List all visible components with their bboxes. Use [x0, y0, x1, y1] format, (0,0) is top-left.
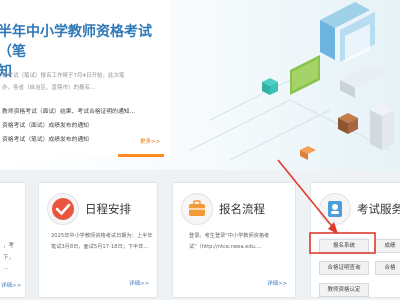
slide-indicator[interactable]	[0, 154, 165, 157]
qualified-button[interactable]: 合格	[375, 261, 400, 275]
banner-illustration	[170, 0, 400, 170]
checkmark-icon	[47, 193, 79, 225]
schedule-more-link[interactable]: 详细>>	[129, 279, 149, 287]
isometric-scene-illustration	[189, 2, 394, 161]
slide-indicator-active	[118, 154, 164, 157]
services-card: 考试服务 报名系统 成绩 合格证明查询 合格 教师资格认定	[310, 182, 400, 298]
process-title: 报名流程	[219, 202, 265, 216]
registration-system-button[interactable]: 报名系统	[319, 239, 369, 253]
scores-button[interactable]: 成绩	[375, 239, 400, 253]
process-more-link[interactable]: 详细>>	[267, 279, 287, 287]
card-partial-left: ，考 下， ... 详细>>	[0, 182, 26, 298]
card-partial-more[interactable]: 详细>>	[1, 281, 21, 289]
card-partial-line: ，考	[3, 243, 15, 249]
user-id-icon	[319, 193, 351, 225]
card-partial-line: ...	[3, 265, 9, 271]
process-text: 登录。考生登录"中小学教师资格考试"（http://ntce.neea.edu.…	[189, 233, 270, 250]
card-partial-line: 下，	[3, 255, 15, 261]
banner-summary: 格考试（笔试）报名工作将于7月4日开始，此次笔 办，各省（自治区、直辖市）的报名…	[2, 73, 125, 91]
certificate-query-button[interactable]: 合格证明查询	[319, 261, 369, 275]
services-title: 考试服务	[357, 202, 400, 216]
banner-more-link[interactable]: 更多>>	[140, 137, 160, 145]
process-card[interactable]: 报名流程 登录。考生登录"中小学教师资格考试"（http://ntce.neea…	[172, 182, 296, 298]
news-item[interactable]: 资格考试（面试）成绩发布的通知	[2, 119, 167, 133]
teacher-certification-button[interactable]: 教师资格认定	[319, 283, 369, 297]
schedule-text: 2025年中小学教师资格考试日期为：上半年笔试3月8日，面试5月17-18日；下…	[51, 233, 153, 250]
news-banner: 半年中小学教师资格考试（笔 知 格考试（笔试）报名工作将于7月4日开始，此次笔 …	[0, 0, 400, 170]
news-item[interactable]: 教师资格考试（面试）结果、考试合格证明的通知...	[2, 105, 167, 119]
briefcase-icon	[181, 193, 213, 225]
schedule-card[interactable]: 日程安排 2025年中小学教师资格考试日期为：上半年笔试3月8日，面试5月17-…	[38, 182, 158, 298]
news-card: 半年中小学教师资格考试（笔 知 格考试（笔试）报名工作将于7月4日开始，此次笔 …	[0, 0, 170, 158]
schedule-title: 日程安排	[85, 202, 131, 216]
